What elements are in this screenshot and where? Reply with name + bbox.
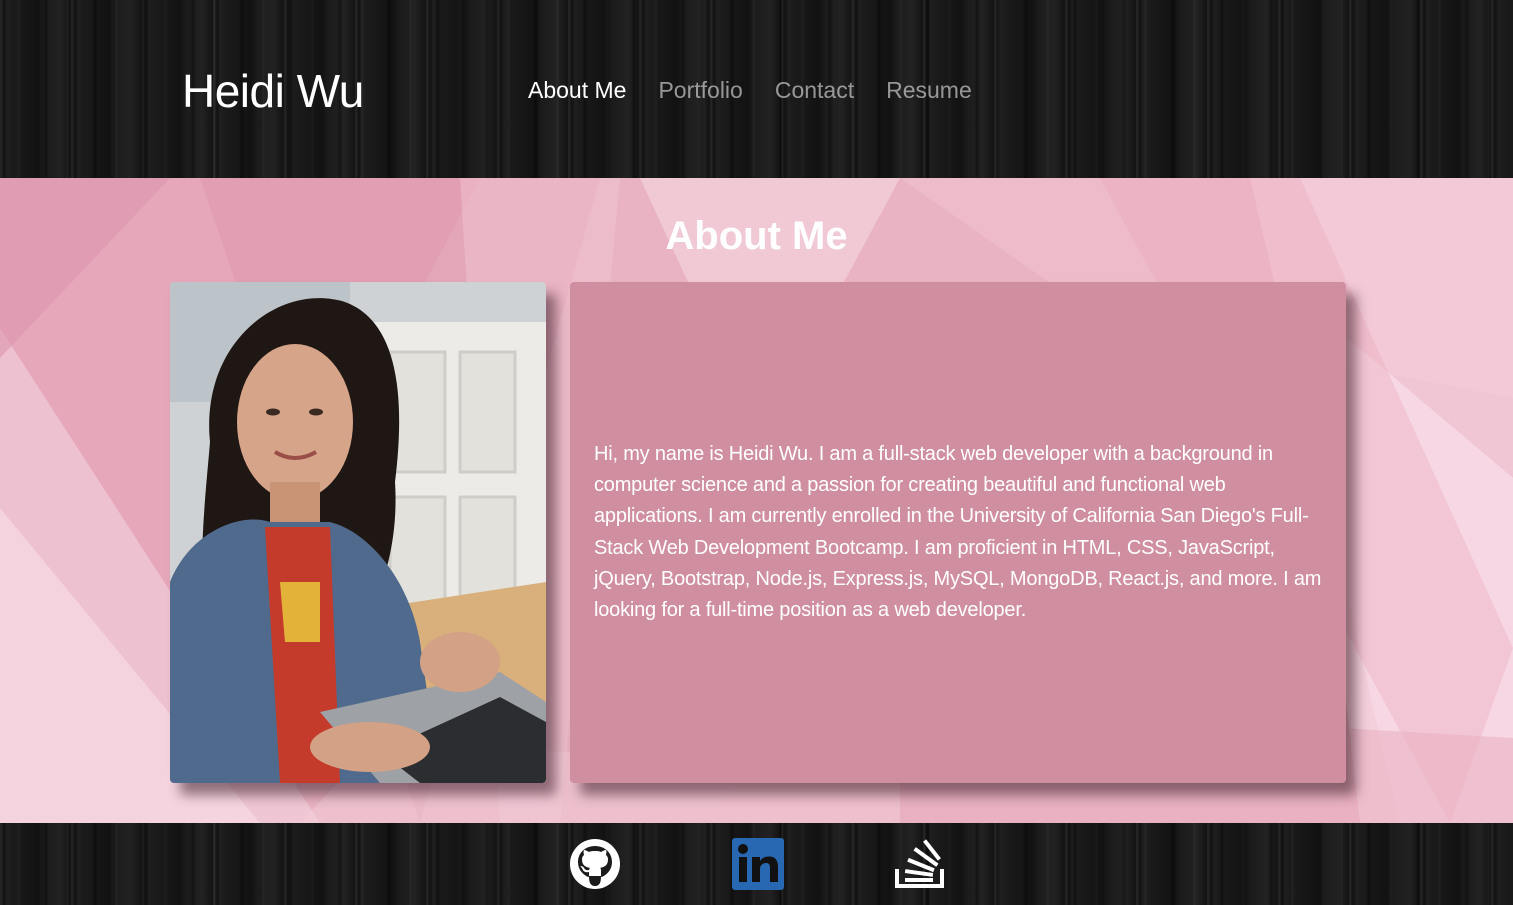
nav-contact[interactable]: Contact bbox=[775, 74, 854, 106]
linkedin-icon bbox=[732, 838, 784, 890]
main-nav: About Me Portfolio Contact Resume bbox=[528, 74, 972, 106]
site-brand[interactable]: Heidi Wu bbox=[182, 64, 364, 118]
nav-portfolio[interactable]: Portfolio bbox=[658, 74, 742, 106]
nav-about-me[interactable]: About Me bbox=[528, 74, 626, 106]
stackoverflow-icon bbox=[895, 839, 944, 888]
bio-card: Hi, my name is Heidi Wu. I am a full-sta… bbox=[570, 282, 1346, 783]
profile-photo bbox=[170, 282, 546, 783]
nav-resume[interactable]: Resume bbox=[886, 74, 972, 106]
section-title: About Me bbox=[665, 214, 848, 258]
profile-photo-image bbox=[170, 282, 546, 783]
bio-text: Hi, my name is Heidi Wu. I am a full-sta… bbox=[594, 442, 1322, 621]
site-header: Heidi Wu About Me Portfolio Contact Resu… bbox=[0, 0, 1513, 178]
github-link[interactable] bbox=[569, 838, 621, 890]
linkedin-link[interactable] bbox=[732, 838, 784, 890]
github-icon bbox=[570, 839, 620, 889]
about-section: About Me Hi, my name is Heidi Wu. I am a… bbox=[0, 178, 1513, 823]
site-footer bbox=[0, 823, 1513, 905]
stackoverflow-link[interactable] bbox=[894, 838, 946, 890]
